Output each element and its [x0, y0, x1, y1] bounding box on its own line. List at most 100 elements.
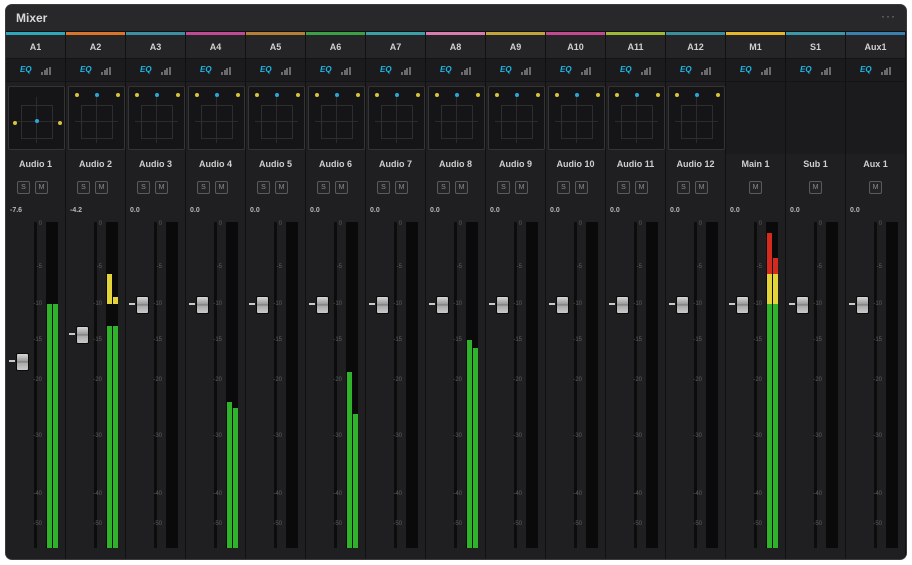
channel-header[interactable]: A2: [66, 32, 125, 59]
eq-button[interactable]: EQ: [560, 65, 572, 74]
pan-control[interactable]: [668, 86, 725, 150]
solo-button[interactable]: S: [437, 181, 450, 194]
pan-control[interactable]: [368, 86, 425, 150]
pan-control[interactable]: [68, 86, 125, 150]
channel-header[interactable]: A8: [426, 32, 485, 59]
channel-header[interactable]: A6: [306, 32, 365, 59]
scale-tick-label: -20: [273, 377, 282, 383]
solo-button[interactable]: S: [557, 181, 570, 194]
channel-color-bar: [486, 32, 545, 35]
eq-button[interactable]: EQ: [320, 65, 332, 74]
volume-fader-knob[interactable]: [736, 296, 749, 314]
solo-button[interactable]: S: [377, 181, 390, 194]
pan-control[interactable]: [308, 86, 365, 150]
eq-button[interactable]: EQ: [620, 65, 632, 74]
volume-fader-knob[interactable]: [76, 326, 89, 345]
fader-track: [514, 222, 517, 548]
volume-fader-knob[interactable]: [676, 296, 689, 314]
pan-control[interactable]: [8, 86, 65, 150]
solo-button[interactable]: S: [17, 181, 30, 194]
solo-button[interactable]: S: [137, 181, 150, 194]
volume-fader-knob[interactable]: [16, 352, 29, 371]
channel-header[interactable]: Aux1: [846, 32, 905, 59]
solo-button[interactable]: S: [617, 181, 630, 194]
solo-button[interactable]: S: [677, 181, 690, 194]
channel-strip: A7 EQ Audio 7 S M 0.0 0 -5 -10 -15 -20 -30 -40 -50: [366, 32, 426, 559]
eq-button[interactable]: EQ: [140, 65, 152, 74]
channel-header[interactable]: A9: [486, 32, 545, 59]
channel-header[interactable]: A1: [6, 32, 65, 59]
mute-button[interactable]: M: [35, 181, 48, 194]
mute-button[interactable]: M: [809, 181, 822, 194]
channel-header[interactable]: A10: [546, 32, 605, 59]
solo-button[interactable]: S: [497, 181, 510, 194]
scale-tick-label: -5: [336, 264, 342, 270]
eq-button[interactable]: EQ: [380, 65, 392, 74]
mute-button[interactable]: M: [455, 181, 468, 194]
mute-button[interactable]: M: [575, 181, 588, 194]
eq-button[interactable]: EQ: [680, 65, 692, 74]
mute-button[interactable]: M: [749, 181, 762, 194]
pan-control[interactable]: [488, 86, 545, 150]
volume-fader-knob[interactable]: [616, 296, 629, 314]
pan-control[interactable]: [128, 86, 185, 150]
solo-button[interactable]: S: [77, 181, 90, 194]
eq-button[interactable]: EQ: [80, 65, 92, 74]
pan-control[interactable]: [608, 86, 665, 150]
eq-button[interactable]: EQ: [20, 65, 32, 74]
channel-header[interactable]: A5: [246, 32, 305, 59]
solo-button[interactable]: S: [197, 181, 210, 194]
channel-header[interactable]: M1: [726, 32, 785, 59]
eq-button[interactable]: EQ: [500, 65, 512, 74]
volume-fader-knob[interactable]: [436, 296, 449, 314]
mute-button[interactable]: M: [155, 181, 168, 194]
eq-button[interactable]: EQ: [440, 65, 452, 74]
volume-fader-knob[interactable]: [316, 296, 329, 314]
options-menu-icon[interactable]: ···: [881, 9, 896, 23]
eq-row: EQ: [6, 59, 65, 82]
channel-id: A10: [567, 42, 584, 52]
scale-tick-label: 0: [398, 221, 402, 227]
mute-button[interactable]: M: [635, 181, 648, 194]
eq-button[interactable]: EQ: [260, 65, 272, 74]
volume-fader-knob[interactable]: [376, 296, 389, 314]
volume-fader-knob[interactable]: [856, 296, 869, 314]
eq-button[interactable]: EQ: [200, 65, 212, 74]
channel-strip: Aux1 EQ Aux 1 M 0.0 0 -5 -10 -15 -20 -30 -40 -50: [846, 32, 906, 559]
mute-button[interactable]: M: [515, 181, 528, 194]
volume-fader-knob[interactable]: [496, 296, 509, 314]
volume-fader-knob[interactable]: [556, 296, 569, 314]
mute-button[interactable]: M: [869, 181, 882, 194]
pan-control[interactable]: [548, 86, 605, 150]
solo-button[interactable]: S: [257, 181, 270, 194]
volume-fader-knob[interactable]: [136, 296, 149, 314]
channel-header[interactable]: S1: [786, 32, 845, 59]
fader-pointer: [489, 303, 495, 305]
pan-control[interactable]: [248, 86, 305, 150]
mute-button[interactable]: M: [395, 181, 408, 194]
channel-header[interactable]: A7: [366, 32, 425, 59]
scale-tick-label: 0: [638, 221, 642, 227]
channel-header[interactable]: A3: [126, 32, 185, 59]
channel-header[interactable]: A11: [606, 32, 665, 59]
channel-header[interactable]: A4: [186, 32, 245, 59]
pan-control[interactable]: [428, 86, 485, 150]
eq-button[interactable]: EQ: [800, 65, 812, 74]
scale-tick-label: -5: [816, 264, 822, 270]
solo-button[interactable]: S: [317, 181, 330, 194]
volume-fader-knob[interactable]: [796, 296, 809, 314]
mute-button[interactable]: M: [335, 181, 348, 194]
channel-header[interactable]: A12: [666, 32, 725, 59]
eq-button[interactable]: EQ: [740, 65, 752, 74]
pan-control[interactable]: [188, 86, 245, 150]
volume-fader-knob[interactable]: [256, 296, 269, 314]
fader-pointer: [129, 303, 135, 305]
mute-button[interactable]: M: [215, 181, 228, 194]
mute-button[interactable]: M: [95, 181, 108, 194]
track-name: Main 1: [741, 159, 770, 169]
mute-button[interactable]: M: [275, 181, 288, 194]
scale-tick-label: -10: [93, 301, 102, 307]
volume-fader-knob[interactable]: [196, 296, 209, 314]
eq-button[interactable]: EQ: [860, 65, 872, 74]
mute-button[interactable]: M: [695, 181, 708, 194]
